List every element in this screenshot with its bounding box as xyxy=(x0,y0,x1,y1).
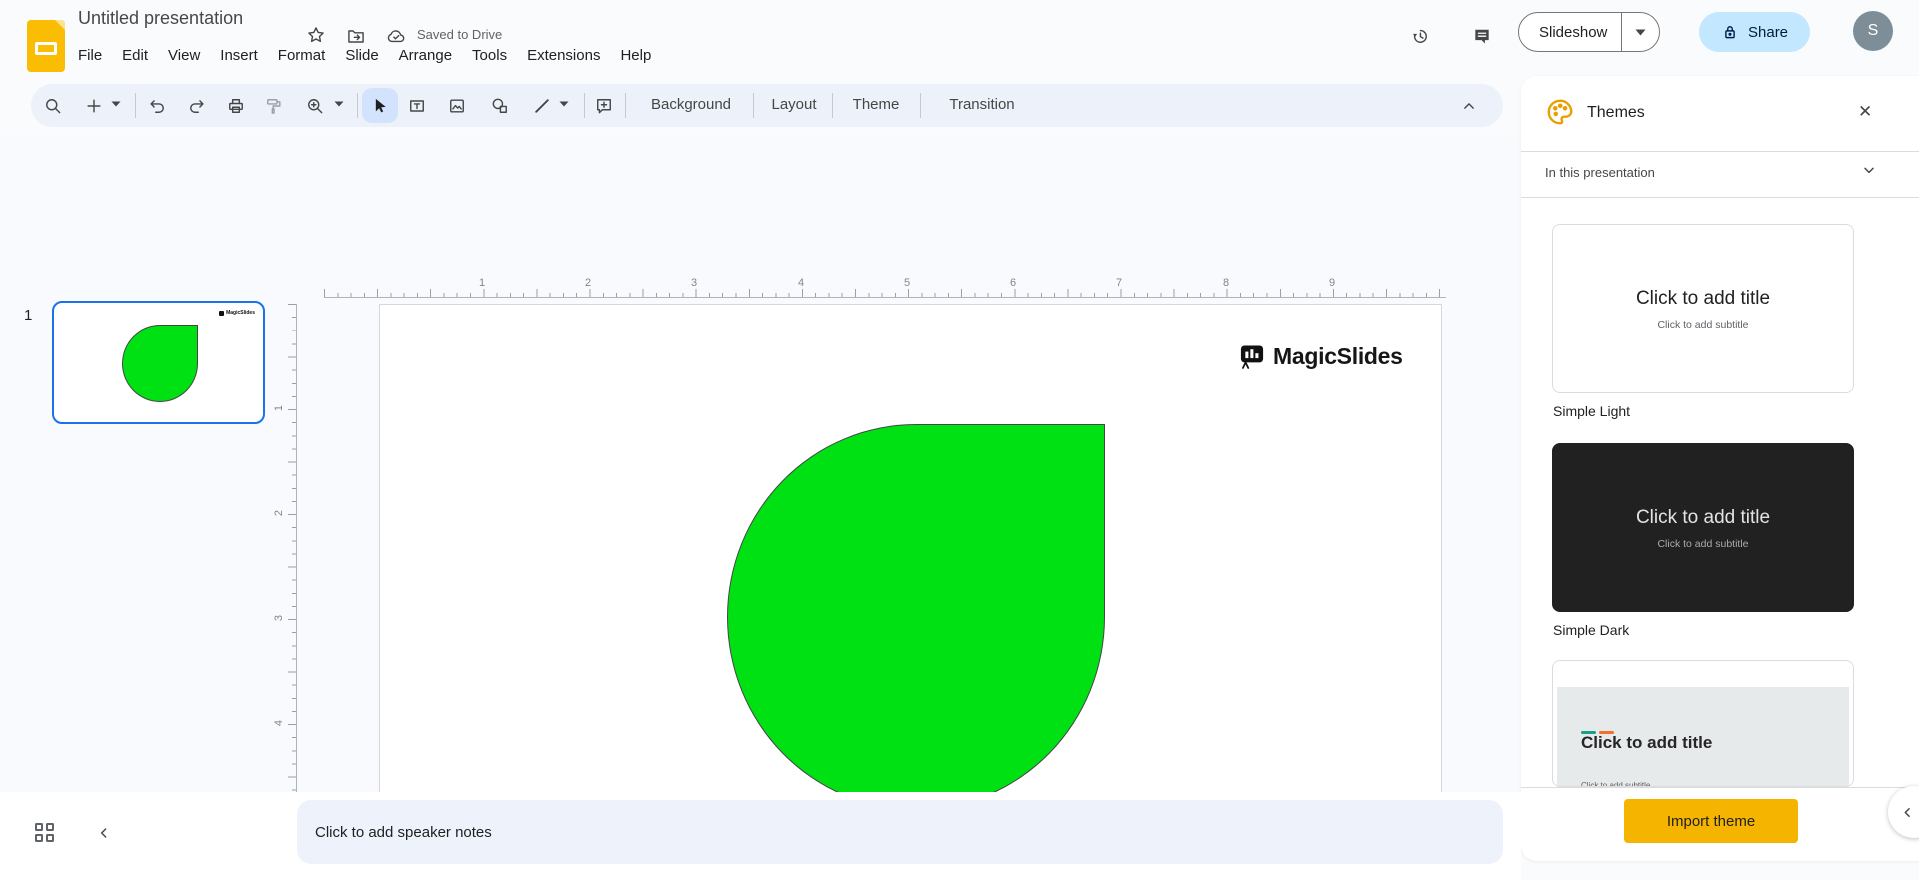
avatar[interactable]: S xyxy=(1853,11,1893,51)
insert-shape-icon[interactable] xyxy=(486,95,514,117)
new-slide-dropdown-icon[interactable] xyxy=(111,101,123,107)
theme-button[interactable]: Theme xyxy=(853,96,900,113)
theme-card-simple-light[interactable]: Click to add title Click to add subtitle xyxy=(1552,224,1854,393)
ruler-number: 8 xyxy=(1223,277,1230,289)
move-to-folder-icon[interactable] xyxy=(346,26,366,46)
paint-format-icon[interactable] xyxy=(260,95,288,117)
slide-thumbnail[interactable]: MagicSlides xyxy=(52,301,265,424)
star-icon[interactable] xyxy=(306,25,326,45)
menu-file[interactable]: File xyxy=(68,44,112,67)
speaker-notes-placeholder: Click to add speaker notes xyxy=(315,823,492,841)
theme-card-simple-dark[interactable]: Click to add title Click to add subtitle xyxy=(1552,443,1854,612)
ruler-number: 3 xyxy=(691,277,698,289)
theme-card-styled[interactable]: Click to add title Click to add subtitle xyxy=(1552,660,1854,787)
thumbnail-shape xyxy=(122,325,198,402)
ruler-number: 5 xyxy=(904,277,911,289)
transition-button[interactable]: Transition xyxy=(949,96,1014,113)
theme-card-title: Click to add title xyxy=(1581,733,1713,752)
ruler-number: 4 xyxy=(273,719,286,727)
magicslides-icon xyxy=(1240,345,1264,369)
horizontal-ruler xyxy=(324,278,1446,298)
close-panel-icon[interactable]: ✕ xyxy=(1858,102,1872,122)
menu-help[interactable]: Help xyxy=(610,44,661,67)
zoom-icon[interactable] xyxy=(301,95,329,117)
insert-image-icon[interactable] xyxy=(443,95,471,117)
undo-icon[interactable] xyxy=(143,95,171,117)
menu-extensions[interactable]: Extensions xyxy=(517,44,610,67)
slide-brand-logo: MagicSlides xyxy=(1238,342,1403,370)
menubar: File Edit View Insert Format Slide Arran… xyxy=(68,44,661,67)
ruler-number: 7 xyxy=(1116,277,1123,289)
palette-icon xyxy=(1545,97,1575,127)
ruler-number: 9 xyxy=(1329,277,1336,289)
menu-arrange[interactable]: Arrange xyxy=(389,44,462,67)
select-tool-button[interactable] xyxy=(362,88,398,123)
slides-logo-icon[interactable] xyxy=(27,20,65,72)
comments-icon[interactable] xyxy=(1462,16,1502,56)
section-label: In this presentation xyxy=(1545,165,1655,180)
slideshow-dropdown-button[interactable] xyxy=(1622,29,1659,36)
speaker-notes[interactable]: Click to add speaker notes xyxy=(297,800,1503,864)
theme-card-label: Simple Light xyxy=(1553,403,1631,419)
themes-panel: Themes ✕ In this presentation Click to a… xyxy=(1521,76,1919,861)
teardrop-shape[interactable] xyxy=(727,424,1105,810)
share-button-label: Share xyxy=(1748,23,1789,41)
collapse-filmstrip-icon[interactable] xyxy=(96,825,112,841)
insert-line-icon[interactable] xyxy=(528,95,556,117)
ruler-number: 2 xyxy=(273,509,286,517)
slide-number: 1 xyxy=(24,307,33,324)
theme-card-title: Click to add title xyxy=(1635,288,1771,309)
theme-card-label: Simple Dark xyxy=(1553,622,1630,638)
ruler-number: 6 xyxy=(1010,277,1017,289)
menu-insert[interactable]: Insert xyxy=(210,44,268,67)
cursor-icon xyxy=(375,98,386,112)
menu-tools[interactable]: Tools xyxy=(462,44,517,67)
slideshow-split-button: Slideshow xyxy=(1518,12,1661,52)
print-icon[interactable] xyxy=(222,95,250,117)
google-slides-app: Untitled presentation Saved to Drive Fil… xyxy=(0,0,1919,880)
ruler-number: 1 xyxy=(273,404,286,412)
menu-view[interactable]: View xyxy=(158,44,210,67)
ruler-number: 4 xyxy=(798,277,805,289)
zoom-dropdown-icon[interactable] xyxy=(334,101,346,107)
bottom-bar: Click to add speaker notes xyxy=(0,792,1521,880)
saved-status: Saved to Drive xyxy=(417,27,503,42)
version-history-icon[interactable] xyxy=(1400,16,1440,56)
theme-card-subtitle: Click to add subtitle xyxy=(1657,319,1749,331)
share-button[interactable]: Share xyxy=(1699,12,1811,52)
ruler-number: 2 xyxy=(585,277,592,289)
layout-button[interactable]: Layout xyxy=(771,96,816,113)
background-button[interactable]: Background xyxy=(651,96,731,113)
theme-card-title: Click to add title xyxy=(1635,507,1771,528)
text-box-icon[interactable] xyxy=(403,95,431,117)
chevron-left-icon xyxy=(1904,807,1910,817)
line-dropdown-icon[interactable] xyxy=(559,101,571,107)
redo-icon[interactable] xyxy=(183,95,211,117)
menu-format[interactable]: Format xyxy=(268,44,336,67)
section-chevron-down-icon[interactable] xyxy=(1861,162,1877,178)
saved-cloud-icon[interactable] xyxy=(386,26,406,46)
grid-view-icon[interactable] xyxy=(35,823,54,842)
ruler-number: 3 xyxy=(273,614,286,622)
import-theme-button[interactable]: Import theme xyxy=(1624,799,1798,843)
slideshow-button[interactable]: Slideshow xyxy=(1519,24,1621,41)
insert-comment-icon[interactable] xyxy=(590,95,618,117)
menu-slide[interactable]: Slide xyxy=(335,44,388,67)
workspace: 1 MagicSlides 1 2 3 4 5 6 7 8 9 1 2 3 4 … xyxy=(0,135,1521,880)
slide-brand-text: MagicSlides xyxy=(1273,342,1403,369)
lock-icon xyxy=(1725,26,1735,39)
menu-edit[interactable]: Edit xyxy=(112,44,158,67)
theme-card-subtitle: Click to add subtitle xyxy=(1657,538,1749,550)
collapse-toolbar-icon[interactable] xyxy=(1455,95,1483,117)
thumbnail-brand-logo: MagicSlides xyxy=(219,310,255,316)
search-menus-icon[interactable] xyxy=(39,95,67,117)
new-slide-icon[interactable] xyxy=(80,95,108,117)
document-title[interactable]: Untitled presentation xyxy=(78,8,243,29)
panel-title: Themes xyxy=(1587,104,1645,121)
ruler-number: 1 xyxy=(479,277,486,289)
main-toolbar: Background Layout Theme Transition xyxy=(31,84,1503,127)
